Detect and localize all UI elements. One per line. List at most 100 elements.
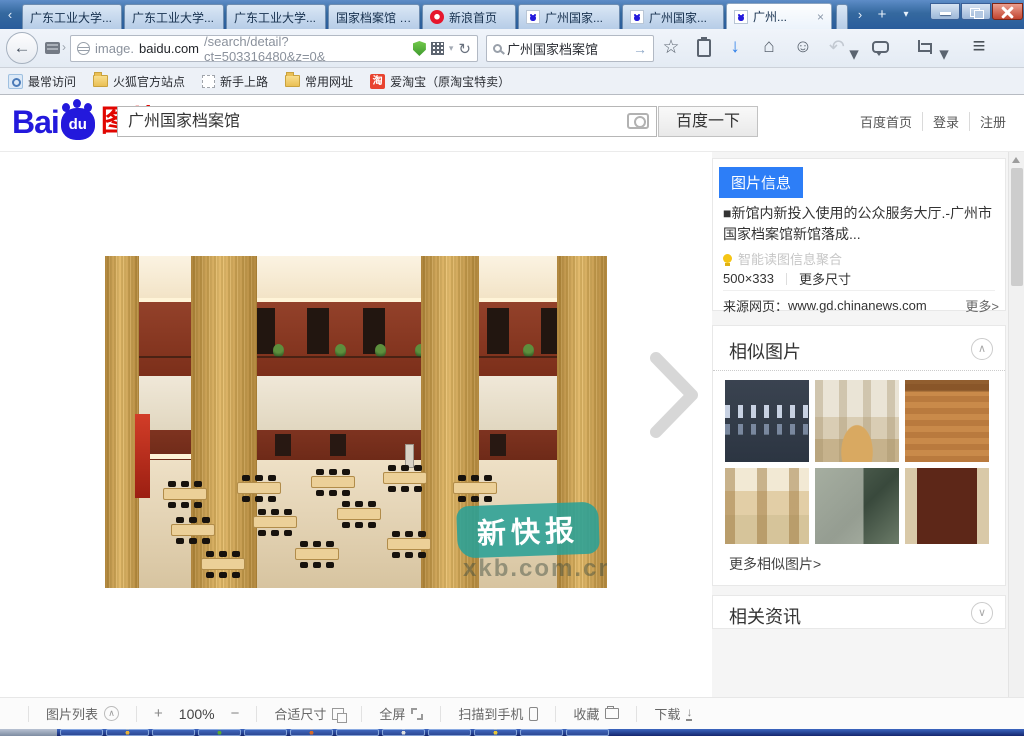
source-url-link[interactable]: www.gd.chinanews.com — [788, 298, 927, 313]
fullscreen-button[interactable]: 全屏 — [379, 704, 423, 723]
taskbar-button[interactable] — [520, 729, 563, 736]
undo-icon[interactable]: ↶ — [824, 36, 850, 59]
chevron-right-icon — [646, 350, 706, 440]
watermark-title: 新快报 — [476, 507, 579, 553]
tab-close-icon[interactable]: × — [817, 10, 824, 24]
source-more-link[interactable]: 更多> — [965, 296, 999, 315]
similar-image-thumbnail[interactable] — [815, 380, 899, 462]
screenshot-crop-icon[interactable] — [916, 40, 930, 54]
browser-tab[interactable]: 广东工业大学... — [124, 4, 224, 29]
bookmark-label: 常用网址 — [305, 73, 353, 90]
taskbar-button[interactable] — [198, 729, 241, 736]
feedback-smiley-icon[interactable]: ☺ — [790, 36, 816, 57]
browser-tab[interactable]: 广州国家... — [518, 4, 620, 29]
window-minimize-button[interactable] — [930, 3, 960, 20]
clipboard-icon[interactable] — [697, 39, 711, 57]
more-sizes-link[interactable]: 更多尺寸 — [799, 269, 851, 288]
security-shield-icon[interactable] — [413, 41, 426, 56]
crop-dropdown-icon[interactable]: ▾ — [938, 43, 950, 66]
bookmark-item-taobao[interactable]: 淘爱淘宝（原淘宝特卖） — [370, 73, 510, 90]
taskbar-button[interactable] — [60, 729, 103, 736]
baidu-search-button[interactable]: 百度一下 — [658, 106, 758, 137]
source-row: 来源网页： www.gd.chinanews.com 更多> — [723, 296, 999, 315]
taskbar-button[interactable] — [428, 729, 471, 736]
new-tab-button[interactable]: + — [874, 6, 890, 24]
downloads-icon[interactable]: ↓ — [722, 36, 748, 58]
download-button[interactable]: 下载 ↓ — [654, 704, 692, 723]
window-restore-button[interactable] — [961, 3, 991, 20]
collapse-button[interactable]: ∧ — [971, 338, 993, 360]
browser-tab-partial[interactable] — [836, 4, 848, 29]
photo-mezzanine-wall — [105, 302, 607, 376]
most-visited-icon — [8, 74, 23, 89]
recent-pages-icon[interactable] — [45, 42, 60, 54]
page-scrollbar[interactable] — [1008, 152, 1024, 697]
zoom-out-button[interactable]: − — [231, 705, 240, 722]
favorite-folder-icon — [605, 708, 619, 719]
taskbar-button[interactable] — [566, 729, 609, 736]
browser-search-box[interactable]: 广州国家档案馆 → — [486, 35, 654, 62]
chat-bubble-icon[interactable] — [872, 41, 889, 53]
taskbar-button[interactable] — [106, 729, 149, 736]
address-bar[interactable]: image.baidu.com/search/detail?ct=5033164… — [70, 35, 478, 62]
link-register[interactable]: 注册 — [970, 112, 1016, 131]
browser-tab-active[interactable]: 广州... × — [726, 3, 832, 29]
bookmark-item-common-sites[interactable]: 常用网址 — [285, 73, 353, 90]
link-login[interactable]: 登录 — [923, 112, 970, 131]
link-baidu-home[interactable]: 百度首页 — [850, 112, 923, 131]
reload-icon[interactable]: ↻ — [458, 40, 471, 58]
main-image[interactable]: 新快报 xkb.com.cn — [105, 256, 607, 588]
bookmark-item-getting-started[interactable]: 新手上路 — [202, 73, 268, 90]
back-button[interactable]: ← — [6, 32, 38, 64]
image-list-button[interactable]: 图片列表 ∧ — [46, 704, 119, 723]
taskbar-button[interactable] — [336, 729, 379, 736]
browser-tab[interactable]: 广东工业大学... — [22, 4, 122, 29]
logo-du-text: du — [69, 110, 87, 140]
taskbar-button[interactable] — [152, 729, 195, 736]
favorite-button[interactable]: 收藏 — [573, 704, 619, 723]
more-similar-link[interactable]: 更多相似图片> — [729, 554, 821, 574]
taskbar-start-area[interactable] — [0, 729, 57, 736]
taskbar-button[interactable] — [474, 729, 517, 736]
camera-search-icon[interactable] — [627, 113, 649, 129]
tab-list-button[interactable]: ▾ — [898, 6, 914, 24]
next-image-button[interactable] — [646, 350, 706, 440]
tab-scroll-right-button[interactable]: › — [852, 6, 868, 24]
home-icon[interactable]: ⌂ — [756, 36, 782, 58]
undo-dropdown-icon[interactable]: ▾ — [848, 43, 860, 66]
similar-image-thumbnail[interactable] — [905, 468, 989, 544]
smart-info-label: 智能读图信息聚合 — [738, 249, 842, 268]
scrollbar-up-arrow[interactable] — [1012, 157, 1020, 163]
expand-button[interactable]: ∨ — [971, 602, 993, 624]
window-close-button[interactable] — [992, 3, 1023, 20]
image-search-input[interactable]: 广州国家档案馆 — [117, 106, 657, 137]
similar-image-thumbnail[interactable] — [725, 468, 809, 544]
scan-to-phone-button[interactable]: 扫描到手机 — [458, 704, 538, 723]
similar-image-thumbnail[interactable] — [905, 380, 989, 462]
search-go-icon[interactable]: → — [633, 41, 647, 57]
fit-size-button[interactable]: 合适尺寸 — [274, 704, 344, 723]
taskbar-button[interactable] — [244, 729, 287, 736]
address-dropdown-icon[interactable]: ▾ — [449, 43, 454, 54]
folder-icon — [93, 75, 108, 87]
browser-tab[interactable]: 新浪首页 — [422, 4, 516, 29]
taskbar-button[interactable] — [382, 729, 425, 736]
zoom-in-button[interactable]: + — [154, 705, 163, 722]
photo-reading-table — [201, 558, 245, 570]
browser-tab[interactable]: 广东工业大学... — [226, 4, 326, 29]
taskbar-button[interactable] — [290, 729, 333, 736]
bookmark-item-firefox[interactable]: 火狐官方站点 — [93, 73, 185, 90]
bulb-icon — [723, 254, 732, 263]
bookmark-star-icon[interactable]: ☆ — [658, 36, 684, 59]
similar-image-thumbnail[interactable] — [725, 380, 809, 462]
similar-image-thumbnail[interactable] — [815, 468, 899, 544]
menu-icon[interactable]: ≡ — [966, 33, 992, 59]
divider — [256, 706, 257, 722]
qr-code-icon[interactable] — [431, 42, 444, 55]
bookmark-item-most-visited[interactable]: 最常访问 — [8, 73, 76, 90]
browser-tab[interactable]: 广州国家... — [622, 4, 724, 29]
image-description[interactable]: ■新馆内新投入使用的公众服务大厅.-广州市国家档案馆新馆落成... — [723, 203, 997, 245]
browser-tab[interactable]: 国家档案馆 -... — [328, 4, 420, 29]
scrollbar-thumb[interactable] — [1011, 168, 1023, 286]
tab-scroll-left-button[interactable]: ‹ — [2, 6, 18, 24]
